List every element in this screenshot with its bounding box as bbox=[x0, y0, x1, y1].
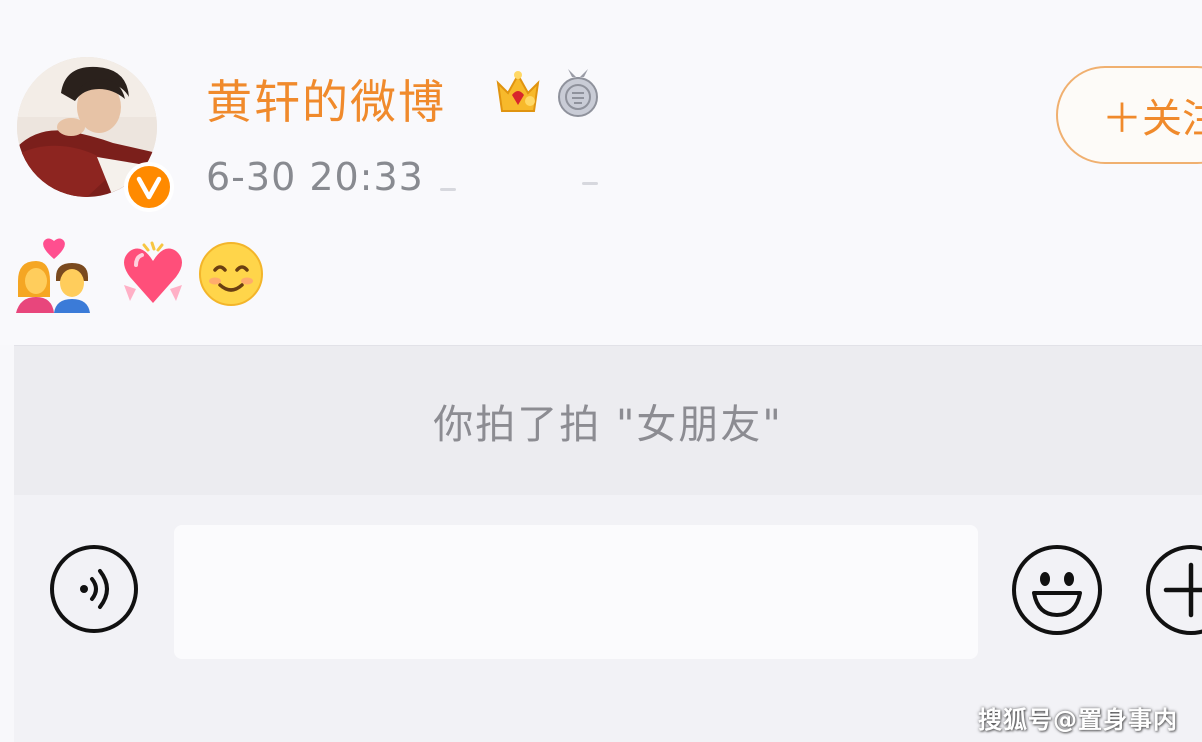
blur-mark bbox=[582, 182, 598, 185]
kiss-couple-emoji bbox=[16, 237, 92, 317]
voice-icon bbox=[80, 569, 109, 609]
crown-vip-icon[interactable] bbox=[492, 67, 544, 119]
post-header: 黄轩的微博 6-30 20:33 ＋关注 bbox=[0, 0, 1202, 345]
silver-medal-icon[interactable] bbox=[554, 67, 602, 119]
post-timestamp: 6-30 20:33 bbox=[206, 155, 424, 199]
plus-icon bbox=[1163, 562, 1202, 618]
voice-button[interactable] bbox=[50, 545, 138, 633]
weibo-chat-screen: 黄轩的微博 6-30 20:33 ＋关注 bbox=[0, 0, 1202, 742]
username[interactable]: 黄轩的微博 bbox=[206, 66, 446, 132]
emoji-button[interactable] bbox=[1012, 545, 1102, 635]
message-input[interactable] bbox=[174, 525, 978, 659]
avatar[interactable] bbox=[17, 57, 174, 212]
pat-notice-text: 你拍了拍 "女朋友" bbox=[433, 401, 783, 448]
heart-with-ribbon-emoji bbox=[122, 241, 184, 313]
verified-v-icon bbox=[124, 162, 174, 212]
emoji-icon bbox=[1032, 572, 1082, 617]
blur-mark bbox=[440, 188, 456, 191]
watermark: 搜狐号@置身事内 bbox=[978, 706, 1178, 734]
more-button[interactable] bbox=[1146, 545, 1202, 635]
follow-button[interactable]: ＋关注 bbox=[1056, 66, 1202, 164]
smiling-face-emoji bbox=[198, 241, 264, 311]
pat-notice: 你拍了拍 "女朋友" bbox=[14, 345, 1202, 495]
